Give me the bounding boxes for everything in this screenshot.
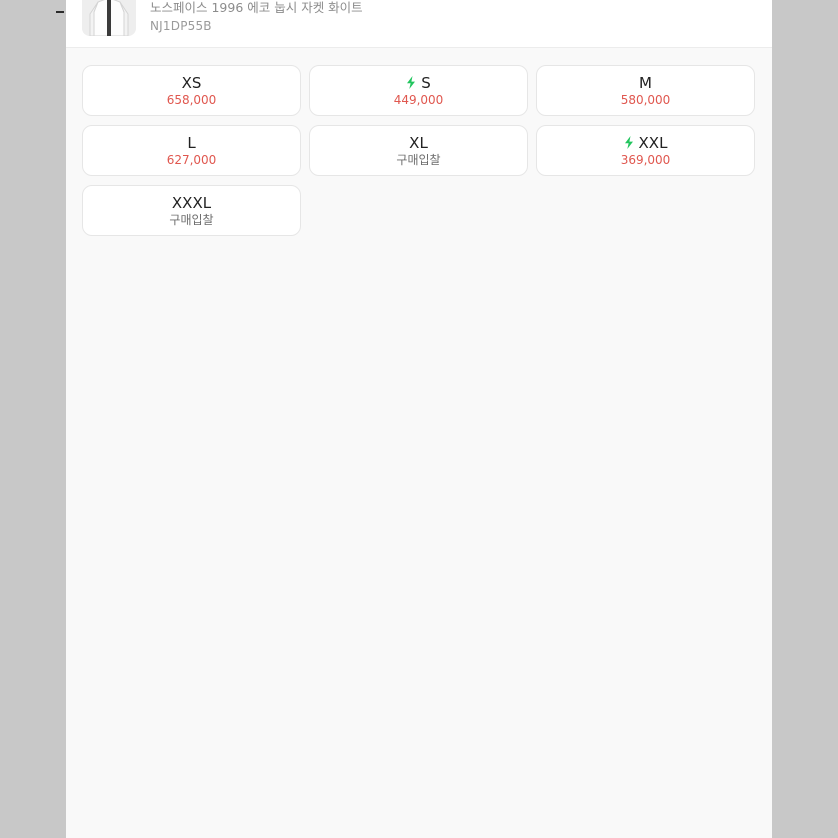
size-label-row: XXL xyxy=(624,133,668,152)
fast-delivery-bolt-icon xyxy=(624,136,633,149)
product-name: 노스페이스 1996 에코 눕시 자켓 화이트 xyxy=(150,0,363,15)
product-code: NJ1DP55B xyxy=(150,19,212,33)
size-label-row: L xyxy=(187,134,195,152)
size-label: S xyxy=(421,73,431,92)
size-option-l[interactable]: L 627,000 xyxy=(82,125,301,176)
purchase-bid-label: 구매입찰 xyxy=(169,212,214,227)
size-options-grid: XS 658,000 S 449,000 M 580,000 L 627,000 xyxy=(82,65,756,236)
size-price: 627,000 xyxy=(166,152,217,167)
size-label: L xyxy=(187,133,196,152)
size-price: 658,000 xyxy=(166,92,217,107)
product-header: 노스페이스 1996 에코 눕시 자켓 화이트 NJ1DP55B xyxy=(66,0,772,48)
size-option-m[interactable]: M 580,000 xyxy=(536,65,755,116)
size-option-xl[interactable]: XL 구매입찰 xyxy=(309,125,528,176)
size-label-row: M xyxy=(639,74,652,92)
size-label-row: XS xyxy=(182,74,202,92)
edge-dash xyxy=(56,11,64,13)
product-thumbnail xyxy=(82,0,136,36)
purchase-bid-label: 구매입찰 xyxy=(396,152,441,167)
size-select-sheet: 노스페이스 1996 에코 눕시 자켓 화이트 NJ1DP55B XS 658,… xyxy=(66,0,772,838)
size-label: M xyxy=(639,73,652,92)
size-label: XXXL xyxy=(171,193,212,212)
size-label-row: XL xyxy=(409,134,428,152)
size-option-xxl[interactable]: XXL 369,000 xyxy=(536,125,755,176)
size-label-row: XXXL xyxy=(172,194,211,212)
size-price: 449,000 xyxy=(393,92,444,107)
size-option-xxxl[interactable]: XXXL 구매입찰 xyxy=(82,185,301,236)
size-label: XXL xyxy=(638,133,668,152)
size-price: 580,000 xyxy=(620,92,671,107)
size-option-xs[interactable]: XS 658,000 xyxy=(82,65,301,116)
size-label: XS xyxy=(181,73,202,92)
size-label: XL xyxy=(409,133,428,152)
size-option-s[interactable]: S 449,000 xyxy=(309,65,528,116)
fast-delivery-bolt-icon xyxy=(407,76,416,89)
size-price: 369,000 xyxy=(620,152,671,167)
size-label-row: S xyxy=(406,74,431,92)
